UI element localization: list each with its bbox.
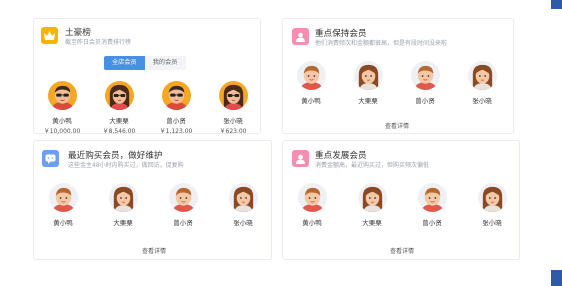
card-subtitle: 消费金额高，最近购买过，但购买频次偏低 xyxy=(315,162,430,169)
member-item[interactable]: 大栗栗 xyxy=(93,183,153,227)
member-item[interactable]: 张小晓 xyxy=(452,61,512,105)
avatar xyxy=(477,183,507,212)
member-name: 黄小鸭 xyxy=(301,97,321,105)
member-name: 曾小贤 xyxy=(166,117,186,125)
avatar xyxy=(108,183,138,212)
member-name: 张小晓 xyxy=(223,117,243,125)
avatar xyxy=(353,61,383,90)
corner-mark-bottom xyxy=(551,270,562,286)
member-name: 曾小贤 xyxy=(415,97,435,105)
member-item[interactable]: 曾小贤 xyxy=(402,183,462,227)
member-card-icon xyxy=(292,28,309,45)
member-item[interactable]: 黄小鸭 xyxy=(281,61,341,105)
member-name: 黄小鸭 xyxy=(53,219,73,227)
avatar xyxy=(296,61,326,90)
view-details-link[interactable]: 查看详情 xyxy=(142,246,166,255)
member-name: 张小晓 xyxy=(472,97,492,105)
member-name: 张小晓 xyxy=(482,219,502,227)
member-name: 黄小鸭 xyxy=(52,117,72,125)
member-name: 张小晓 xyxy=(233,219,253,227)
avatar xyxy=(168,183,198,212)
member-item[interactable]: 曾小贤 ￥1,123.00 xyxy=(146,81,206,135)
member-item[interactable]: 张小晓 ￥623.00 xyxy=(203,81,263,135)
member-scope-tabs: 全店会员 我的会员 xyxy=(104,56,186,70)
member-spend: ￥1,123.00 xyxy=(159,128,193,135)
member-item[interactable]: 大栗栗 xyxy=(338,61,398,105)
member-item[interactable]: 大栗栗 xyxy=(342,183,402,227)
member-name: 大栗栗 xyxy=(358,97,378,105)
avatar xyxy=(467,61,497,90)
card-subtitle: 这些金主48小时内购买过，做回访，促复购 xyxy=(68,162,184,169)
view-details-link[interactable]: 查看详情 xyxy=(385,121,409,130)
rich-list-card: 土豪榜 截至昨日会员消费排行榜 全店会员 我的会员 黄小鸭 ￥10,000.00… xyxy=(32,18,263,135)
member-name: 大栗栗 xyxy=(109,117,129,125)
member-item[interactable]: 张小晓 xyxy=(213,183,273,227)
recent-buyers-card: 最近购买会员，做好维护 这些金主48小时内购买过，做回访，促复购 黄小鸭 大栗栗… xyxy=(33,140,272,260)
view-details-link[interactable]: 查看详情 xyxy=(390,246,414,255)
member-item[interactable]: 曾小贤 xyxy=(153,183,213,227)
avatar xyxy=(410,61,440,90)
card-subtitle: 他们消费频次和金额都很高，但是有段时间没来啦 xyxy=(315,40,448,47)
tab-all-members[interactable]: 全店会员 xyxy=(104,56,145,70)
member-item[interactable]: 张小晓 xyxy=(462,183,522,227)
avatar xyxy=(47,81,77,110)
member-name: 黄小鸭 xyxy=(302,219,322,227)
member-spend: ￥8,546.00 xyxy=(102,128,136,135)
member-name: 大栗栗 xyxy=(362,219,382,227)
member-card-icon xyxy=(292,150,309,167)
chat-bubble-icon xyxy=(42,150,59,167)
member-name: 大栗栗 xyxy=(113,219,133,227)
avatar xyxy=(218,81,248,110)
card-subtitle: 截至昨日会员消费排行榜 xyxy=(65,39,132,46)
avatar xyxy=(357,183,387,212)
member-item[interactable]: 大栗栗 ￥8,546.00 xyxy=(89,81,149,135)
member-item[interactable]: 黄小鸭 ￥10,000.00 xyxy=(32,81,92,135)
develop-members-card: 重点发展会员 消费金额高，最近购买过，但购买频次偏低 黄小鸭 大栗栗 曾小贤 张… xyxy=(282,140,520,260)
member-name: 曾小贤 xyxy=(173,219,193,227)
avatar xyxy=(48,183,78,212)
avatar xyxy=(161,81,191,110)
member-item[interactable]: 曾小贤 xyxy=(395,61,455,105)
keep-members-card: 重点保持会员 他们消费频次和金额都很高，但是有段时间没来啦 黄小鸭 大栗栗 曾小… xyxy=(282,18,514,134)
member-spend: ￥623.00 xyxy=(219,128,247,135)
avatar xyxy=(104,81,134,110)
member-spend: ￥10,000.00 xyxy=(43,128,81,135)
member-name: 曾小贤 xyxy=(422,219,442,227)
member-item[interactable]: 黄小鸭 xyxy=(282,183,342,227)
corner-mark-top xyxy=(551,0,562,9)
member-item[interactable]: 黄小鸭 xyxy=(33,183,93,227)
avatar xyxy=(417,183,447,212)
avatar xyxy=(297,183,327,212)
tab-my-members[interactable]: 我的会员 xyxy=(144,56,186,70)
crown-icon xyxy=(41,27,58,44)
avatar xyxy=(228,183,258,212)
